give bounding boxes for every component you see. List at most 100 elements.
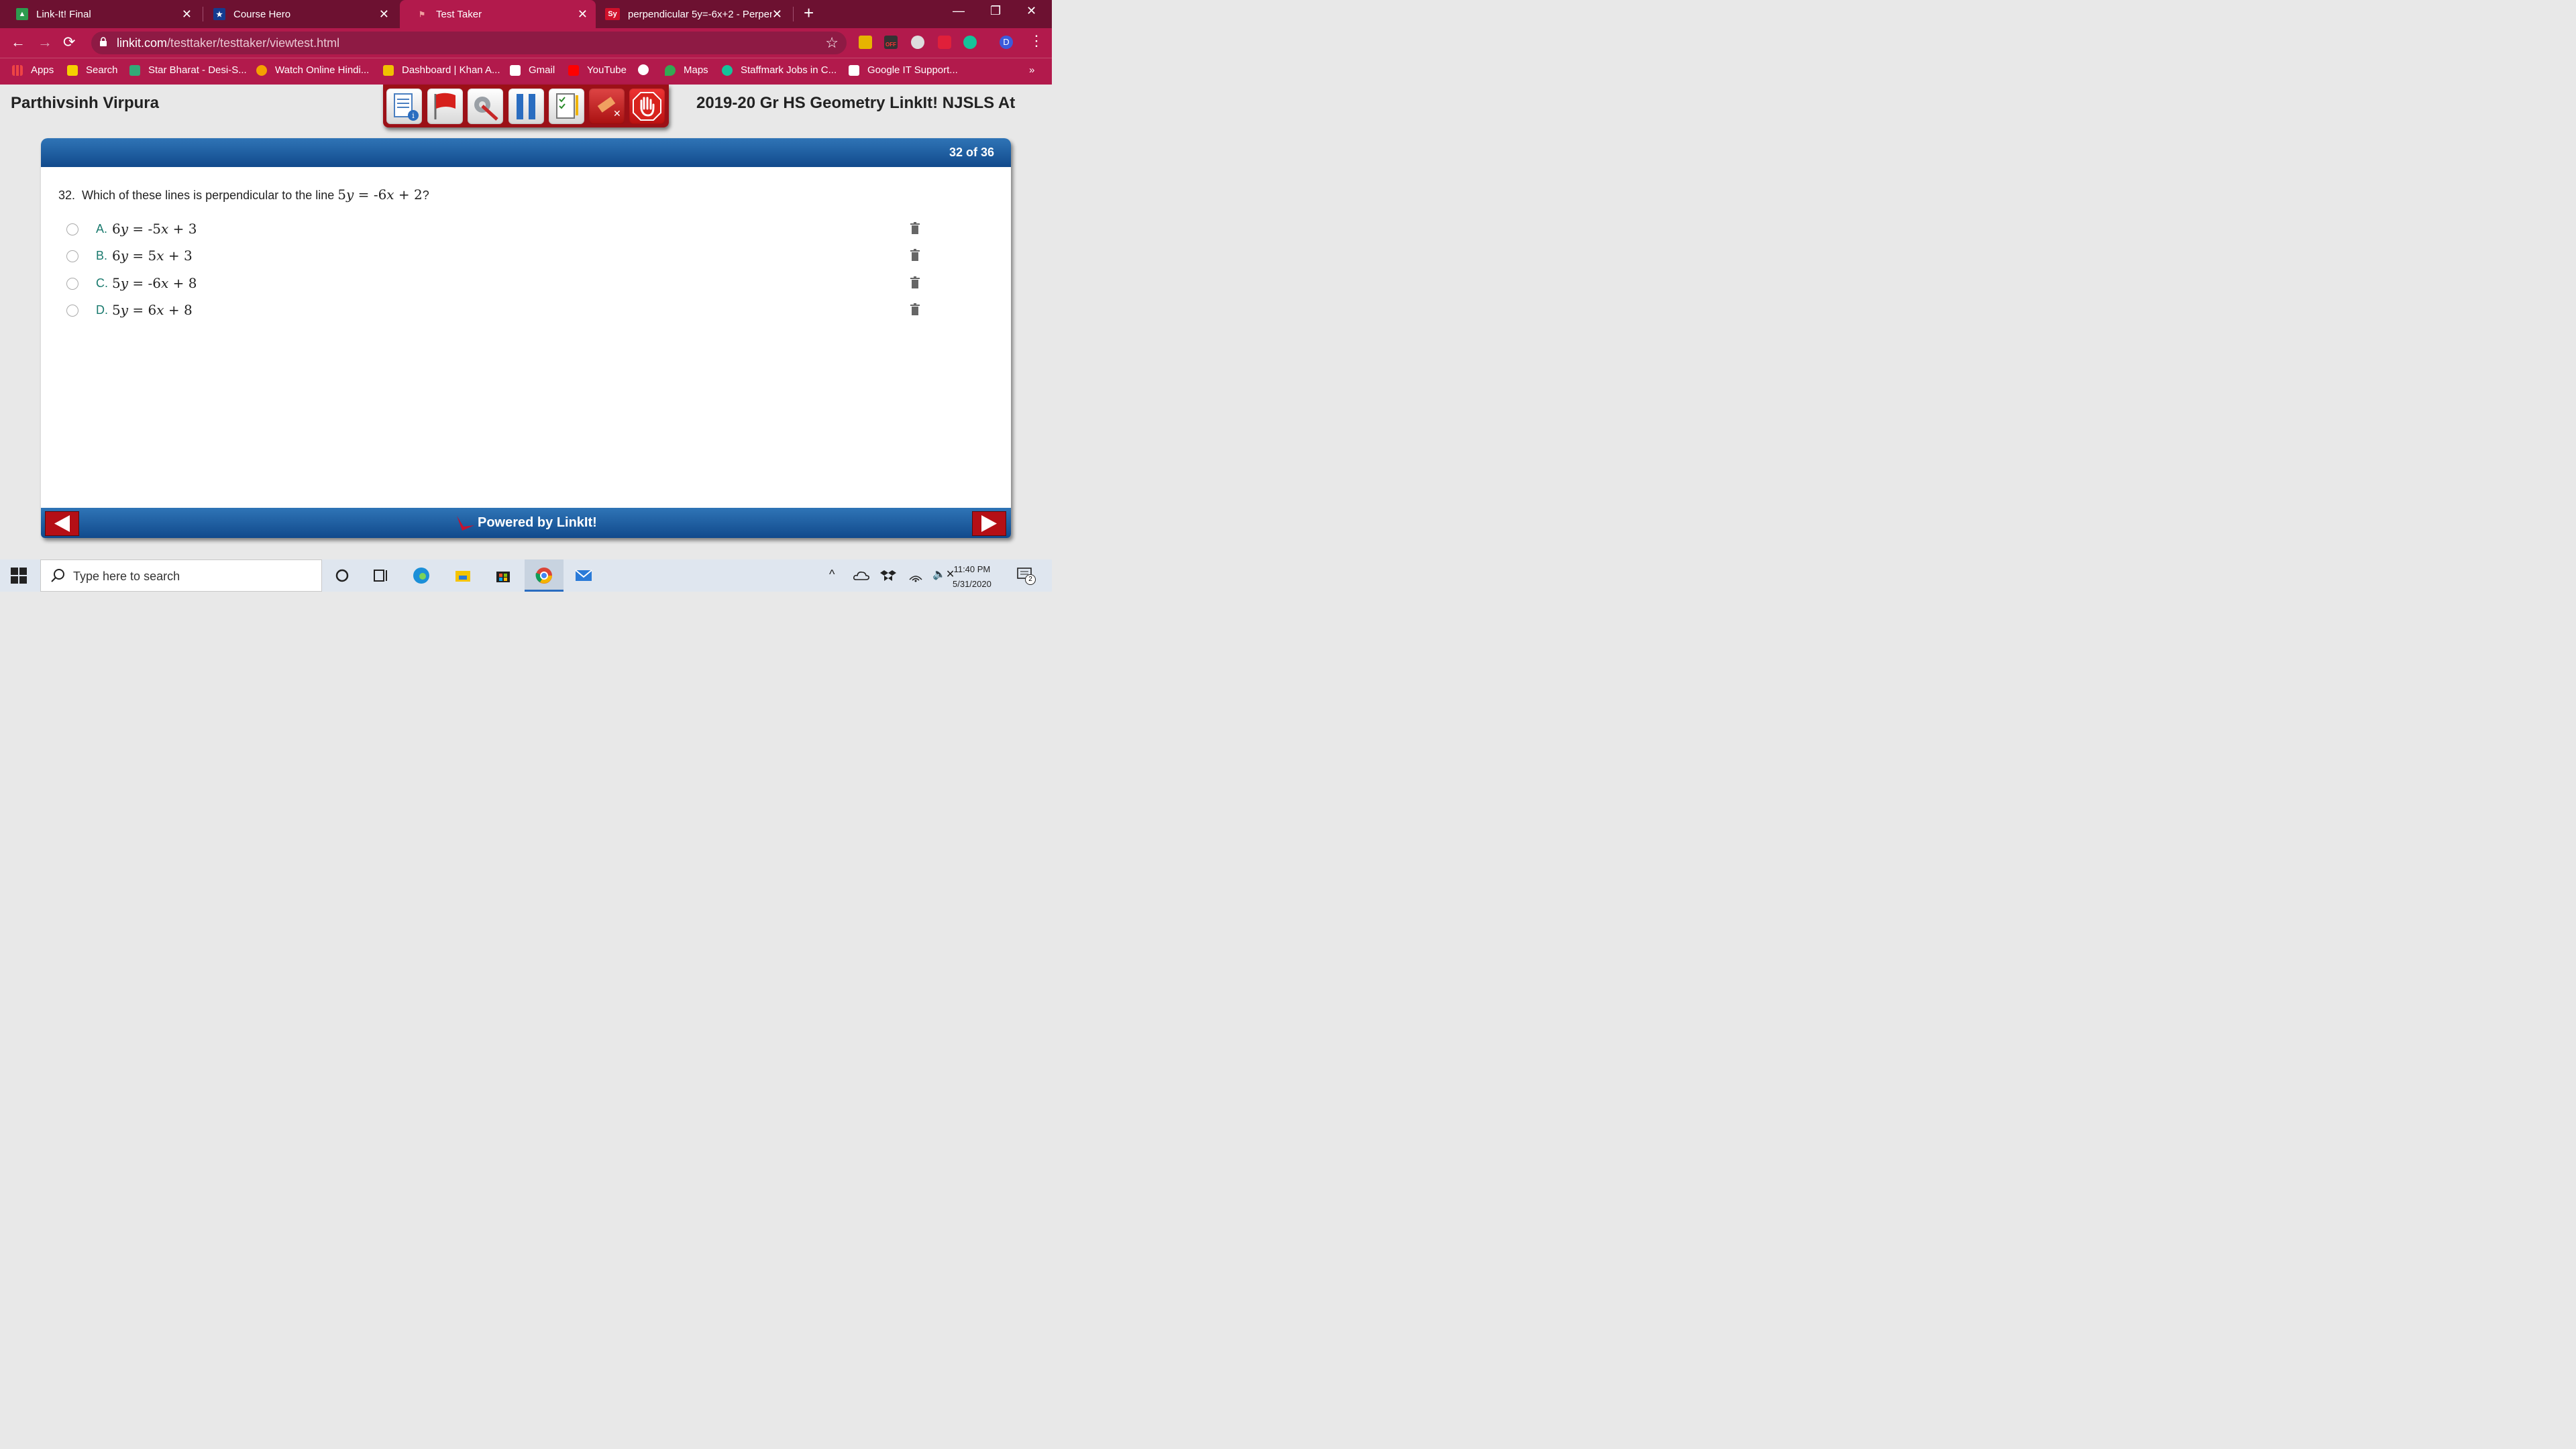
test-title: 2019-20 Gr HS Geometry LinkIt! NJSLS At [696,94,1016,112]
address-bar[interactable]: linkit.com/testtaker/testtaker/viewtest.… [91,32,847,54]
trash-icon[interactable] [910,303,920,315]
classroom-icon: ▲ [16,8,28,20]
notifications-button[interactable]: 2 [1017,568,1036,585]
course-hero-icon: ★ [213,8,225,20]
answer-choice-b[interactable]: B. 6y = 5x + 3 [66,248,965,268]
minimize-button[interactable]: — [953,4,965,18]
bookmark-search[interactable]: Search [67,64,118,76]
eraser-icon: ✕ [597,97,621,119]
close-tab-icon[interactable]: ✕ [772,7,782,21]
windows-start-icon[interactable] [11,568,27,584]
task-view-icon[interactable] [372,566,390,585]
extension-icon[interactable] [859,36,872,49]
restore-button[interactable]: ❐ [990,4,1001,18]
gmail-icon [510,64,521,76]
forward-button[interactable]: → [38,34,52,51]
bookmark-gmail[interactable]: Gmail [510,64,555,76]
previous-question-button[interactable] [45,511,79,536]
review-button[interactable] [549,89,584,124]
bookmarks-overflow-button[interactable]: » [1029,64,1034,76]
test-toolbar: i ✕ [383,85,669,127]
url-text: linkit.com/testtaker/testtaker/viewtest.… [117,36,340,50]
answer-choice-d[interactable]: D. 5y = 6x + 8 [66,302,965,322]
back-button[interactable]: ← [11,34,25,51]
windows-taskbar: Type here to search ^ 🔈✕ 11:40 PM 5/31/2… [0,559,1052,592]
tab-symbolab[interactable]: Sy perpendicular 5y=-6x+2 - Perpen ✕ [596,0,790,28]
apps-grid-icon [12,64,23,76]
choice-letter: A. [96,222,108,235]
clock-time: 11:40 PM [953,564,991,574]
test-info-button[interactable]: i [386,89,422,124]
radio-button[interactable] [66,278,78,290]
notification-count-badge: 2 [1025,574,1036,585]
question-counter: 32 of 36 [949,146,994,159]
close-window-button[interactable]: ✕ [1026,4,1036,18]
dropbox-icon[interactable] [880,569,896,582]
tab-test-taker[interactable]: ⚑ Test Taker ✕ [400,0,596,28]
bookmark-maps[interactable]: Maps [665,64,708,76]
bookmark-khan[interactable]: Dashboard | Khan A... [383,64,500,76]
system-clock[interactable]: 11:40 PM 5/31/2020 [953,562,991,592]
extension-off-icon[interactable]: OFF [884,36,898,49]
bookmarks-bar: Apps Search Star Bharat - Desi-S... Watc… [0,58,1052,85]
mail-icon[interactable] [574,566,593,585]
choice-letter: C. [96,276,108,290]
flag-question-button[interactable] [427,89,463,124]
triangle-right-icon [981,515,997,532]
bookmark-globe[interactable] [638,64,649,75]
pocket-icon[interactable] [938,36,951,49]
next-question-button[interactable] [972,511,1006,536]
stop-button[interactable] [629,89,665,124]
question-header: 32 of 36 [41,138,1011,167]
edge-icon[interactable] [412,566,431,585]
profile-avatar[interactable]: D [1000,36,1013,49]
cortana-icon[interactable] [333,566,352,585]
store-icon[interactable] [494,566,513,585]
onedrive-icon[interactable] [853,569,869,582]
powered-by-text: Powered by LinkIt! [478,515,597,530]
extension-circle-icon[interactable] [911,36,924,49]
pause-button[interactable] [508,89,544,124]
bookmark-apps[interactable]: Apps [12,64,54,76]
menu-kebab-icon[interactable]: ⋮ [1029,32,1044,50]
close-tab-icon[interactable]: ✕ [578,7,588,21]
stop-hand-icon [633,92,661,121]
bookmark-star-icon[interactable]: ☆ [825,34,839,52]
tab-course-hero[interactable]: ★ Course Hero ✕ [197,0,397,28]
choice-equation: 6y = -5x + 3 [112,221,197,237]
trash-icon[interactable] [910,222,920,234]
reload-button[interactable]: ⟳ [63,34,75,51]
close-tab-icon[interactable]: ✕ [182,7,192,21]
radio-button[interactable] [66,223,78,235]
trash-icon[interactable] [910,249,920,261]
bookmark-staffmark[interactable]: Staffmark Jobs in C... [722,64,837,76]
bookmark-youtube[interactable]: YouTube [568,64,627,76]
file-explorer-icon[interactable] [453,566,472,585]
new-tab-button[interactable]: + [804,3,814,23]
radio-button[interactable] [66,250,78,262]
chrome-taskbar-button[interactable] [525,559,564,592]
bookmark-watch-online[interactable]: Watch Online Hindi... [256,64,369,76]
radio-button[interactable] [66,305,78,317]
grammarly-icon[interactable] [963,36,977,49]
answer-choice-a[interactable]: A. 6y = -5x + 3 [66,221,965,241]
checklist-icon [556,93,578,119]
trash-icon[interactable] [910,276,920,288]
wifi-icon[interactable] [908,569,923,582]
close-tab-icon[interactable]: ✕ [379,7,389,21]
gear-pencil-icon [474,97,498,121]
tab-link-it-final[interactable]: ▲ Link-It! Final ✕ [0,0,200,28]
taskbar-search[interactable]: Type here to search [40,559,322,592]
choice-equation: 5y = -6x + 8 [112,275,197,291]
tools-button[interactable] [468,89,503,124]
browser-toolbar: ← → ⟳ linkit.com/testtaker/testtaker/vie… [0,28,1052,58]
volume-muted-icon[interactable]: 🔈✕ [932,568,955,581]
bookmark-google-it[interactable]: Google IT Support... [849,64,958,76]
triangle-left-icon [54,515,70,532]
show-hidden-icons-chevron-icon[interactable]: ^ [829,568,835,582]
answer-choice-c[interactable]: C. 5y = -6x + 8 [66,275,965,295]
choice-equation: 6y = 5x + 3 [112,248,193,264]
svg-text:✕: ✕ [613,109,621,119]
bookmark-star-bharat[interactable]: Star Bharat - Desi-S... [129,64,247,76]
eraser-button[interactable]: ✕ [589,89,625,124]
